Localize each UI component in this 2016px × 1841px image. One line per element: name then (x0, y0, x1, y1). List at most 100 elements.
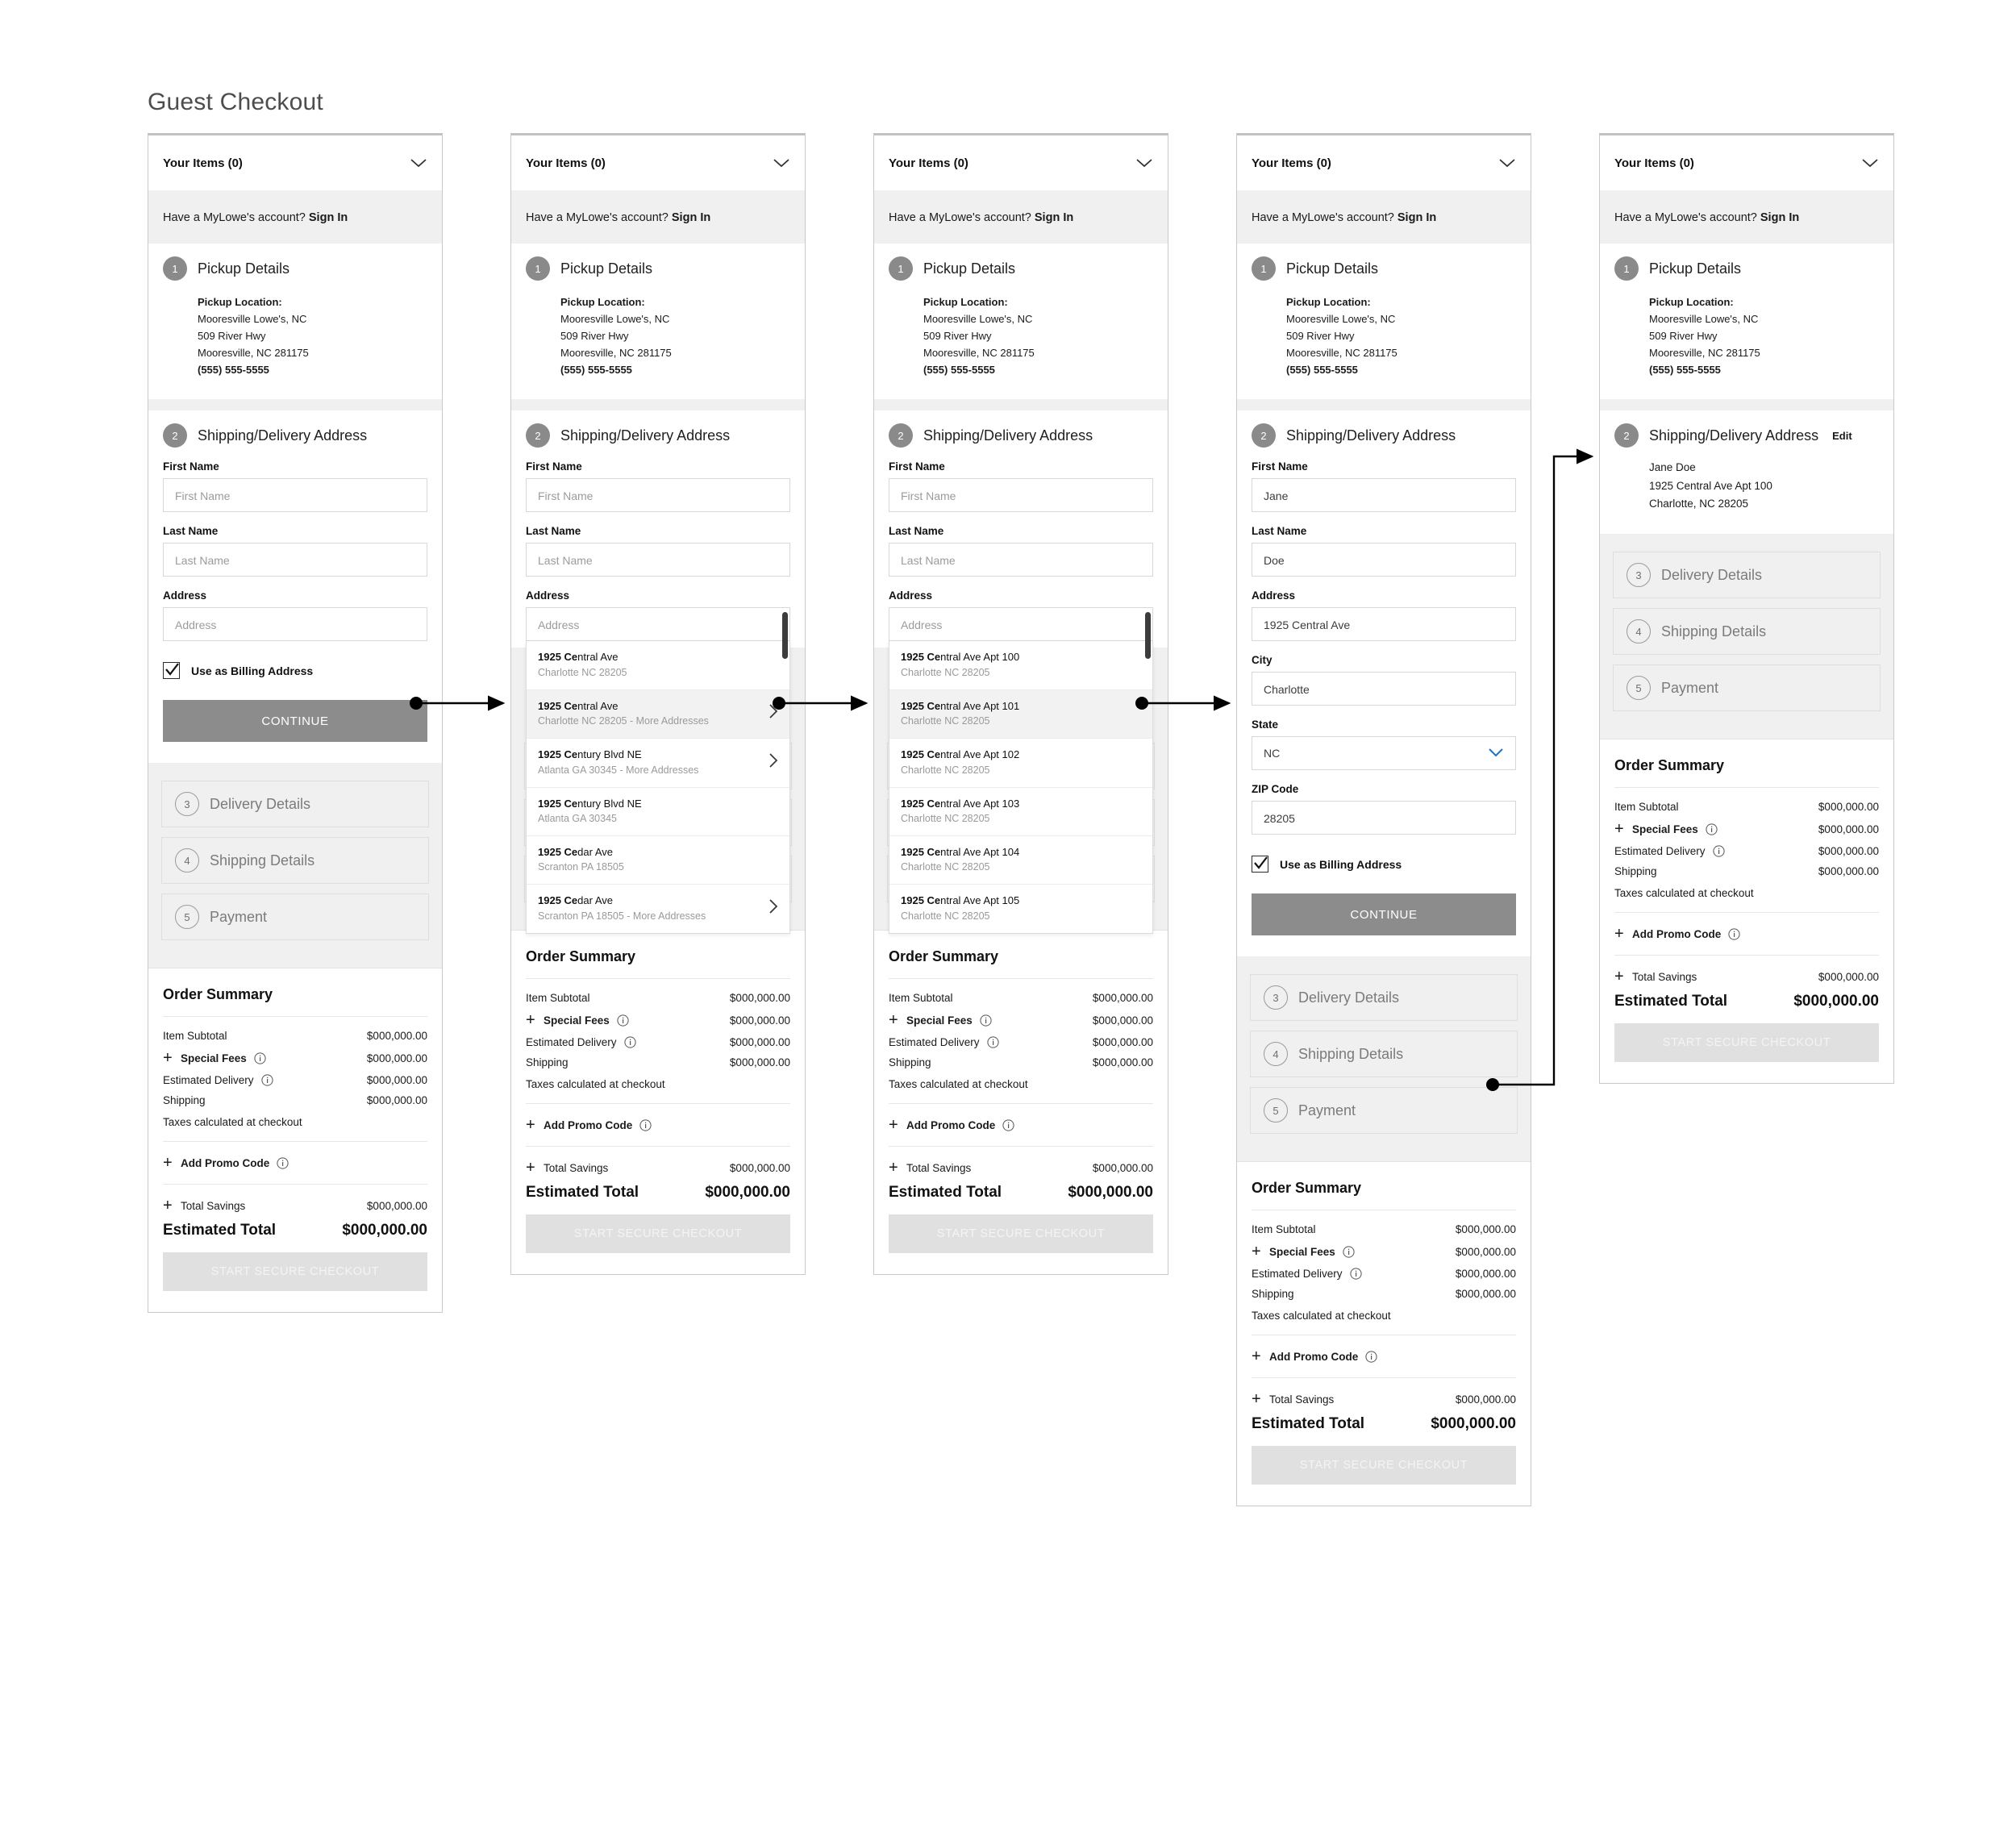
start-secure-checkout-button[interactable]: START SECURE CHECKOUT (1252, 1446, 1516, 1485)
chevron-down-icon[interactable] (1861, 157, 1879, 169)
info-icon[interactable] (260, 1074, 273, 1086)
section-delivery-details[interactable]: 3 Delivery Details (1613, 552, 1881, 599)
address-suggestion-item[interactable]: 1925 Central Ave Apt 101 Charlotte NC 282… (889, 689, 1152, 739)
row-add-promo[interactable]: + Add Promo Code (1614, 926, 1879, 942)
chevron-down-icon[interactable] (1498, 157, 1516, 169)
signin-link[interactable]: Sign In (1760, 211, 1799, 224)
address-suggestion-item[interactable]: 1925 Central Ave Apt 105 Charlotte NC 282… (889, 885, 1152, 933)
first-name-input[interactable]: Jane (1252, 478, 1516, 513)
info-icon[interactable] (1712, 845, 1725, 857)
info-icon[interactable] (1706, 823, 1718, 835)
section-shipping-details[interactable]: 4 Shipping Details (1613, 608, 1881, 656)
section-shipping-details[interactable]: 4 Shipping Details (1250, 1031, 1518, 1078)
chevron-down-icon[interactable] (410, 157, 427, 169)
address-suggestion-item[interactable]: 1925 Central Ave Apt 104 Charlotte NC 282… (889, 835, 1152, 885)
info-icon[interactable] (1365, 1351, 1377, 1363)
signin-link[interactable]: Sign In (672, 211, 710, 224)
dropdown-scrollbar[interactable] (782, 612, 788, 660)
section-shipping-details[interactable]: 4 Shipping Details (161, 837, 429, 885)
info-icon[interactable] (277, 1157, 289, 1169)
state-select[interactable]: NC (1252, 736, 1516, 771)
section-payment[interactable]: 5 Payment (1250, 1087, 1518, 1135)
chevron-right-icon[interactable] (762, 703, 778, 723)
chevron-down-icon[interactable] (1135, 157, 1153, 169)
info-icon[interactable] (1343, 1246, 1355, 1258)
row-special-fees[interactable]: + Special Fees $000,000.00 (1614, 821, 1879, 837)
address-suggestion-item[interactable]: 1925 Central Ave Apt 103 Charlotte NC 282… (889, 787, 1152, 836)
your-items-bar[interactable]: Your Items (0) (148, 135, 442, 190)
chevron-down-icon[interactable] (1488, 736, 1504, 770)
address-input[interactable]: 1925 Central Ave (1252, 607, 1516, 642)
signin-link[interactable]: Sign In (1035, 211, 1073, 224)
edit-address-link[interactable]: Edit (1832, 430, 1852, 442)
address-suggestion-item[interactable]: 1925 Central Ave Apt 100 Charlotte NC 282… (889, 641, 1152, 690)
info-icon[interactable] (1002, 1119, 1014, 1131)
last-name-input[interactable]: Last Name (526, 543, 790, 577)
address-input[interactable]: Address (526, 607, 790, 642)
address-suggestion-item[interactable]: 1925 Century Blvd NE Atlanta GA 30345 - M… (527, 739, 789, 788)
row-total-savings[interactable]: + Total Savings $000,000.00 (163, 1197, 427, 1214)
address-suggestion-item[interactable]: 1925 Cedar Ave Scranton PA 18505 (527, 835, 789, 885)
address-suggestion-item[interactable]: 1925 Century Blvd NE Atlanta GA 30345 (527, 787, 789, 836)
info-icon[interactable] (639, 1119, 652, 1131)
address-input[interactable]: Address (889, 607, 1153, 642)
section-delivery-details[interactable]: 3 Delivery Details (1250, 974, 1518, 1022)
signin-link[interactable]: Sign In (1397, 211, 1436, 224)
row-add-promo[interactable]: + Add Promo Code (889, 1117, 1153, 1133)
row-add-promo[interactable]: + Add Promo Code (526, 1117, 790, 1133)
info-icon[interactable] (1728, 927, 1740, 940)
last-name-input[interactable]: Last Name (889, 543, 1153, 577)
address-suggestion-item[interactable]: 1925 Central Ave Apt 102 Charlotte NC 282… (889, 739, 1152, 788)
chevron-right-icon[interactable] (762, 752, 778, 773)
checkbox-checked-icon[interactable] (163, 662, 180, 680)
section-payment[interactable]: 5 Payment (1613, 664, 1881, 712)
your-items-bar[interactable]: Your Items (0) (511, 135, 805, 190)
address-suggestion-item[interactable]: 1925 Central Ave Charlotte NC 28205 (527, 641, 789, 690)
last-name-input[interactable]: Doe (1252, 543, 1516, 577)
row-total-savings[interactable]: + Total Savings $000,000.00 (889, 1160, 1153, 1176)
your-items-bar[interactable]: Your Items (0) (1237, 135, 1531, 190)
your-items-bar[interactable]: Your Items (0) (874, 135, 1168, 190)
city-input[interactable]: Charlotte (1252, 672, 1516, 706)
address-suggestion-item[interactable]: 1925 Cedar Ave Scranton PA 18505 - More A… (527, 885, 789, 933)
checkbox-checked-icon[interactable] (1252, 856, 1268, 873)
start-secure-checkout-button[interactable]: START SECURE CHECKOUT (889, 1214, 1153, 1254)
zip-input[interactable]: 28205 (1252, 801, 1516, 835)
address-suggestions-dropdown[interactable]: 1925 Central Ave Charlotte NC 28205 1925 C… (526, 641, 790, 934)
last-name-input[interactable]: Last Name (163, 543, 427, 577)
first-name-input[interactable]: First Name (889, 478, 1153, 513)
signin-link[interactable]: Sign In (309, 211, 348, 224)
row-total-savings[interactable]: + Total Savings $000,000.00 (1252, 1391, 1516, 1407)
first-name-input[interactable]: First Name (163, 478, 427, 513)
chevron-down-icon[interactable] (773, 157, 790, 169)
billing-checkbox-row[interactable]: Use as Billing Address (1252, 856, 1516, 873)
continue-button[interactable]: CONTINUE (1252, 893, 1516, 936)
row-special-fees[interactable]: + Special Fees $000,000.00 (163, 1050, 427, 1066)
info-icon[interactable] (1349, 1268, 1362, 1280)
row-special-fees[interactable]: + Special Fees $000,000.00 (1252, 1243, 1516, 1260)
row-add-promo[interactable]: + Add Promo Code (1252, 1348, 1516, 1364)
continue-button[interactable]: CONTINUE (163, 700, 427, 743)
your-items-bar[interactable]: Your Items (0) (1600, 135, 1893, 190)
start-secure-checkout-button[interactable]: START SECURE CHECKOUT (163, 1252, 427, 1292)
dropdown-scrollbar[interactable] (1145, 612, 1151, 660)
first-name-input[interactable]: First Name (526, 478, 790, 513)
info-icon[interactable] (254, 1052, 266, 1064)
row-total-savings[interactable]: + Total Savings $000,000.00 (526, 1160, 790, 1176)
address-suggestions-dropdown[interactable]: 1925 Central Ave Apt 100 Charlotte NC 282… (889, 641, 1153, 934)
row-special-fees[interactable]: + Special Fees $000,000.00 (889, 1012, 1153, 1028)
section-delivery-details[interactable]: 3 Delivery Details (161, 781, 429, 828)
address-suggestion-item[interactable]: 1925 Central Ave Charlotte NC 28205 - Mor… (527, 689, 789, 739)
section-payment[interactable]: 5 Payment (161, 893, 429, 941)
info-icon[interactable] (980, 1014, 992, 1027)
start-secure-checkout-button[interactable]: START SECURE CHECKOUT (1614, 1023, 1879, 1063)
row-special-fees[interactable]: + Special Fees $000,000.00 (526, 1012, 790, 1028)
info-icon[interactable] (617, 1014, 629, 1027)
start-secure-checkout-button[interactable]: START SECURE CHECKOUT (526, 1214, 790, 1254)
info-icon[interactable] (986, 1036, 999, 1048)
row-add-promo[interactable]: + Add Promo Code (163, 1155, 427, 1171)
info-icon[interactable] (623, 1036, 636, 1048)
row-total-savings[interactable]: + Total Savings $000,000.00 (1614, 968, 1879, 985)
address-input[interactable]: Address (163, 607, 427, 642)
chevron-right-icon[interactable] (762, 898, 778, 918)
